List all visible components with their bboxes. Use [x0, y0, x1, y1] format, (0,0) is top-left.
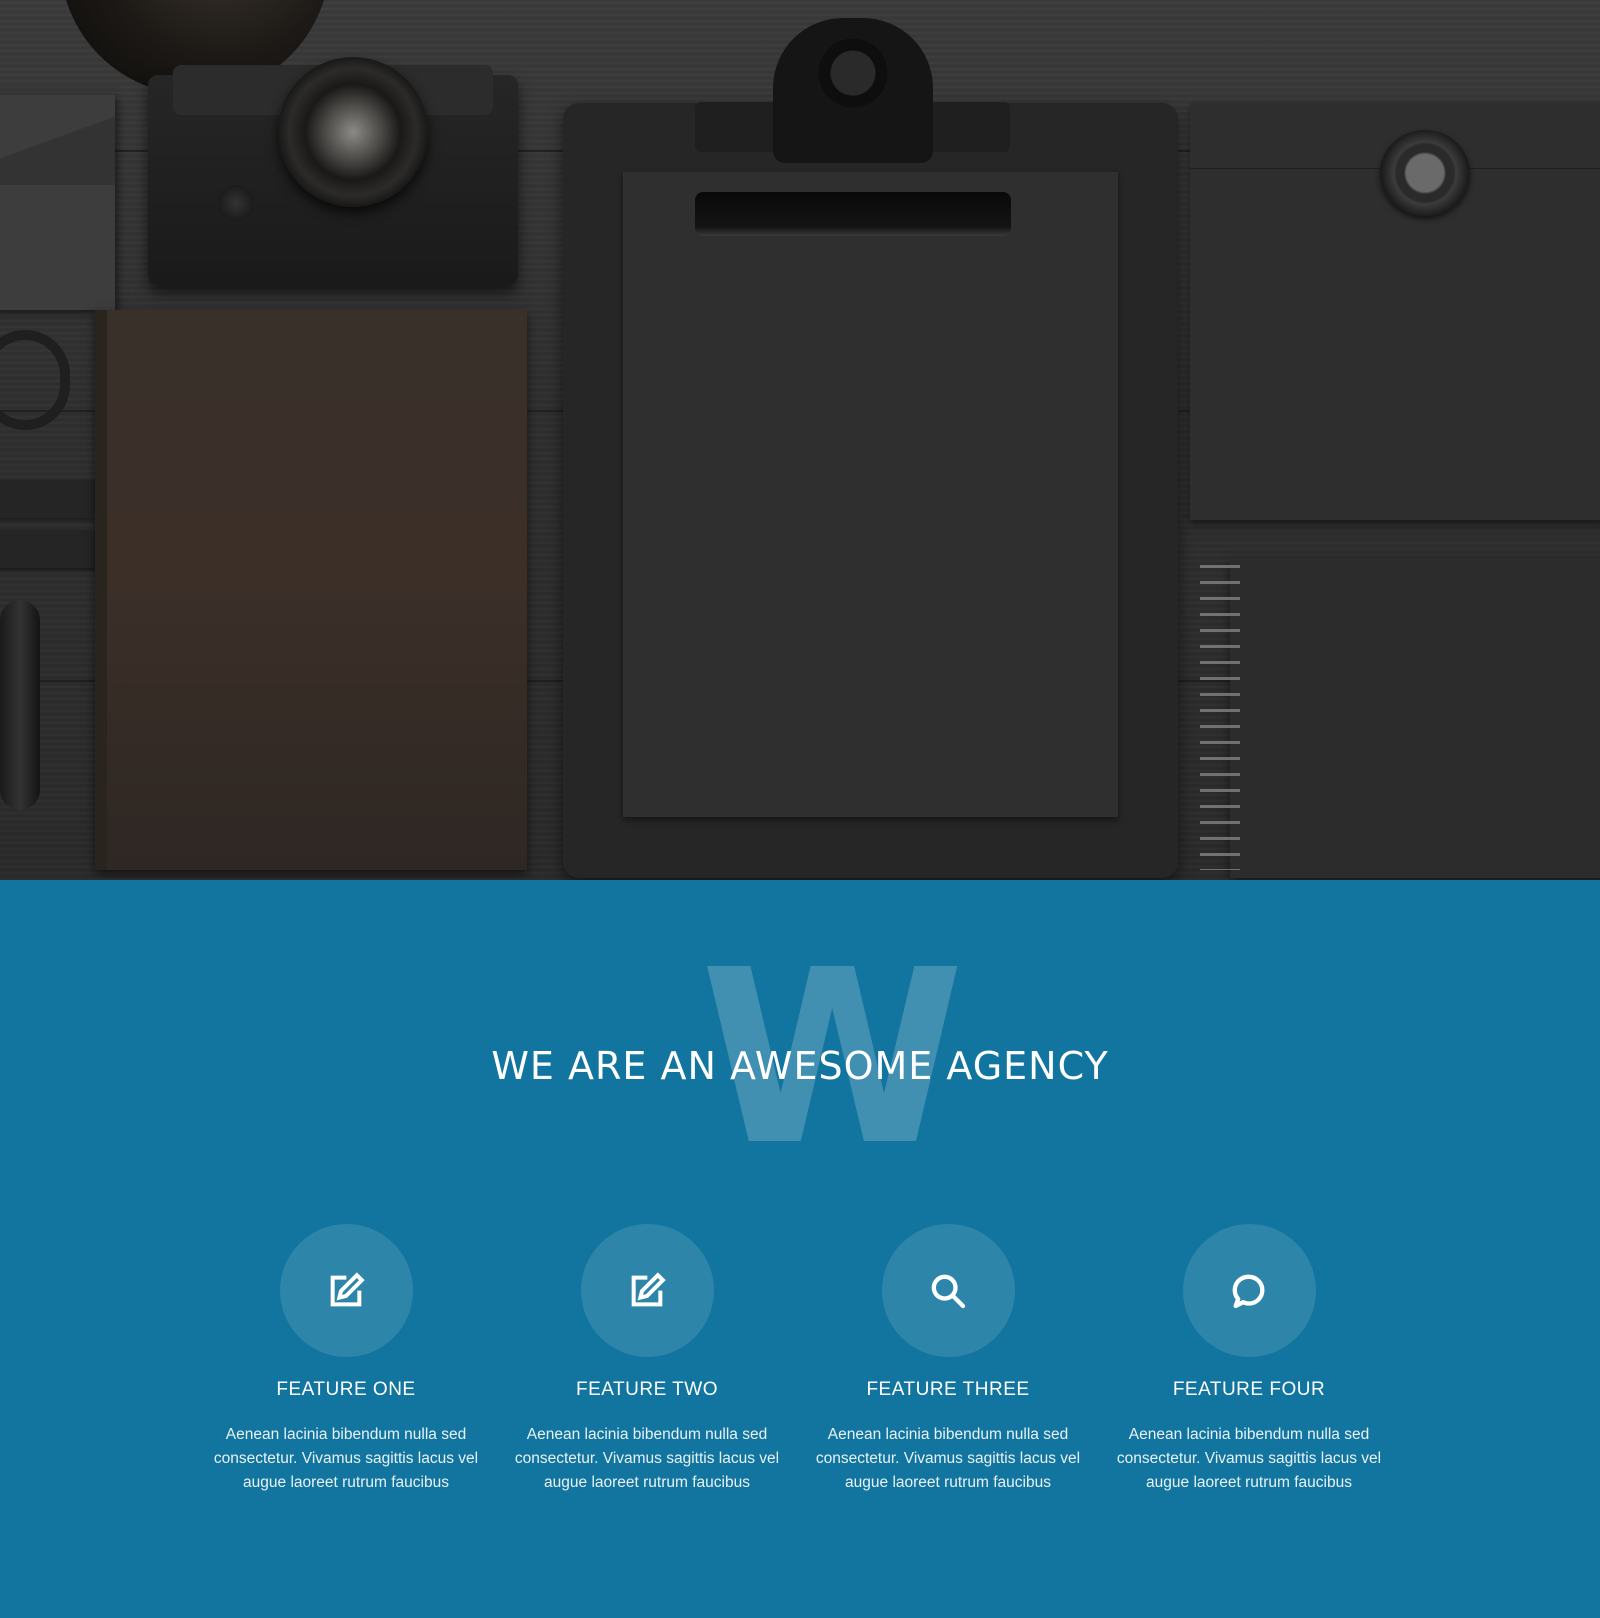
notebook — [95, 310, 527, 870]
search-icon — [931, 1274, 966, 1308]
spiral-notebook — [1230, 558, 1600, 878]
feature-card: FEATURE THREE Aenean lacinia bibendum nu… — [803, 1224, 1093, 1495]
feature-card: FEATURE ONE Aenean lacinia bibendum null… — [201, 1224, 491, 1495]
section-heading: WE ARE AN AWESOME AGENCY — [491, 1044, 1109, 1088]
edit-icon — [330, 1271, 365, 1306]
feature-description: Aenean lacinia bibendum nulla sed consec… — [1116, 1426, 1382, 1491]
marker — [0, 530, 100, 568]
feature-description: Aenean lacinia bibendum nulla sed consec… — [815, 1426, 1081, 1491]
feature-title: FEATURE TWO — [575, 1379, 719, 1400]
feature-icon-circle — [580, 1224, 714, 1357]
chat-bubble-icon — [1232, 1274, 1265, 1308]
feature-title: FEATURE THREE — [866, 1379, 1030, 1400]
feature-icon-circle — [279, 1224, 413, 1357]
envelope — [0, 95, 115, 310]
feature-description: Aenean lacinia bibendum nulla sed consec… — [514, 1426, 780, 1491]
edit-icon — [631, 1271, 666, 1306]
feature-card: FEATURE TWO Aenean lacinia bibendum null… — [502, 1224, 792, 1495]
feature-icon-circle — [881, 1224, 1015, 1357]
camera — [148, 57, 518, 285]
camera-knob — [218, 185, 254, 221]
feature-title: FEATURE ONE — [276, 1379, 416, 1400]
marker — [0, 480, 100, 518]
hero-image — [0, 0, 1600, 880]
stamp — [0, 600, 40, 810]
feature-icon-circle — [1182, 1224, 1316, 1357]
clipboard-paper — [623, 172, 1118, 817]
feature-card: FEATURE FOUR Aenean lacinia bibendum nul… — [1104, 1224, 1394, 1495]
camera-lens — [278, 57, 428, 207]
clipboard-clip-bar — [695, 192, 1011, 236]
notebook-spiral — [1200, 565, 1240, 870]
wax-seal — [1380, 130, 1470, 216]
feature-description: Aenean lacinia bibendum nulla sed consec… — [213, 1426, 479, 1491]
glasses — [0, 330, 70, 430]
clipboard-clip — [773, 18, 933, 163]
feature-title: FEATURE FOUR — [1172, 1379, 1326, 1400]
